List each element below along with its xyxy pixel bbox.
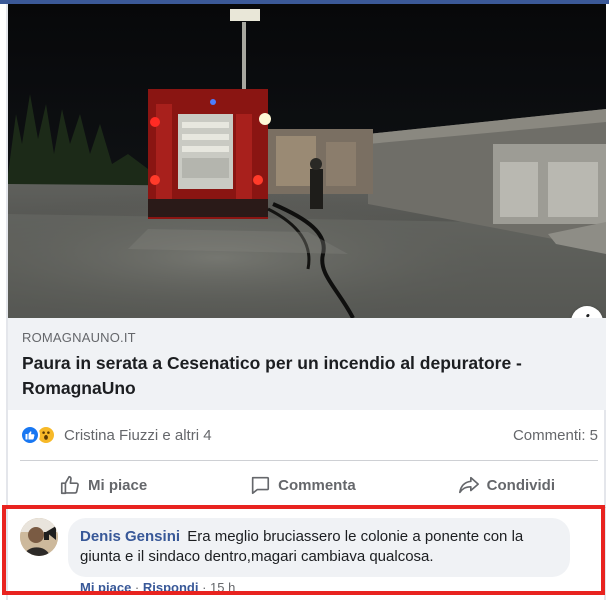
share-button[interactable]: Condividi — [458, 474, 555, 496]
thumbs-up-icon — [60, 475, 79, 495]
meta-separator: · — [131, 580, 143, 595]
comment-bubble: Denis Gensini Era meglio bruciassero le … — [68, 518, 570, 577]
comment-time[interactable]: 15 h — [210, 580, 235, 595]
actions-divider — [8, 507, 606, 508]
link-headline[interactable]: Paura in serata a Cesenatico per un ince… — [22, 351, 592, 401]
comment-icon — [251, 476, 270, 495]
fire-truck-night-scene — [8, 4, 606, 318]
share-arrow-icon — [458, 476, 479, 494]
link-preview[interactable]: ROMAGNAUNO.IT Paura in serata a Cesenati… — [8, 318, 606, 410]
avatar[interactable] — [20, 518, 58, 556]
reaction-icons[interactable] — [20, 425, 56, 445]
meta-separator-2: · — [198, 580, 211, 595]
post-actions: Mi piace Commenta Condividi — [8, 467, 606, 503]
comment-like-link[interactable]: Mi piace — [80, 580, 131, 595]
comment-button[interactable]: Commenta — [249, 474, 356, 496]
link-domain: ROMAGNAUNO.IT — [22, 330, 136, 345]
reactions-divider — [20, 460, 598, 461]
reaction-names[interactable]: Cristina Fiuzzi e altri 4 — [64, 427, 212, 444]
like-button[interactable]: Mi piace — [59, 474, 147, 496]
like-icon — [20, 425, 40, 445]
comment-label: Commenta — [278, 476, 356, 494]
share-label: Condividi — [486, 476, 555, 494]
comment-meta: Mi piace · Rispondi · 15 h — [80, 580, 235, 595]
post-photo[interactable]: i — [8, 4, 606, 318]
like-label: Mi piace — [87, 476, 148, 494]
comment-author[interactable]: Denis Gensini — [80, 528, 180, 545]
comment-reply-link[interactable]: Rispondi — [143, 580, 199, 595]
reactions-bar: Cristina Fiuzzi e altri 4 Commenti: 5 — [20, 420, 598, 450]
comments-count[interactable]: Commenti: 5 — [513, 427, 598, 444]
